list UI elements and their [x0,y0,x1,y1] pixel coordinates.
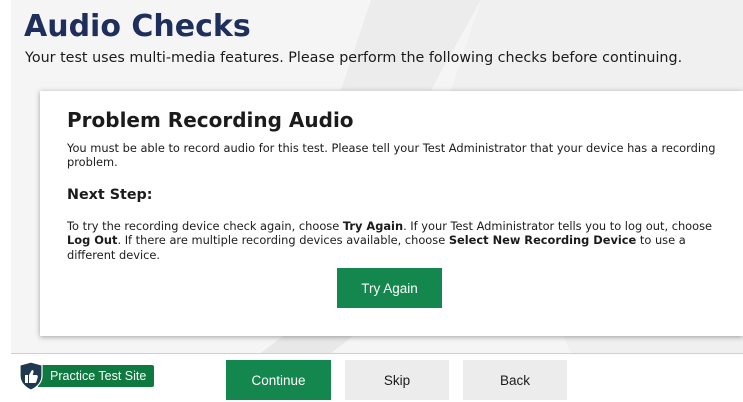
next-step-instructions: To try the recording device check again,… [67,219,732,262]
instruction-text: . If there are multiple recording device… [117,233,449,248]
try-again-button[interactable]: Try Again [337,268,442,308]
practice-test-site-badge: Practice Test Site [18,361,155,391]
back-button[interactable]: Back [463,360,567,400]
continue-button[interactable]: Continue [226,360,331,400]
main-content: Audio Checks Your test uses multi-media … [11,0,743,353]
skip-button[interactable]: Skip [345,360,449,400]
instruction-text: To try the recording device check again,… [67,219,343,233]
select-device-keyword: Select New Recording Device [448,233,637,248]
try-again-keyword: Try Again [342,219,404,233]
practice-test-site-label: Practice Test Site [38,365,155,387]
footer-bar: Practice Test Site Continue Skip Back [0,353,743,402]
page-title: Audio Checks [24,9,251,44]
instruction-text: . If your Test Administrator tells you t… [403,219,713,233]
log-out-keyword: Log Out [67,233,118,248]
page-subtitle: Your test uses multi-media features. Ple… [25,50,683,66]
next-step-heading: Next Step: [67,187,153,203]
problem-card: Problem Recording Audio You must be able… [40,91,743,336]
shield-thumbs-up-icon [18,361,44,391]
card-title: Problem Recording Audio [67,108,354,132]
audio-checks-page: Audio Checks Your test uses multi-media … [0,0,743,402]
problem-message: You must be able to record audio for thi… [67,141,716,170]
footer-divider [11,353,743,354]
